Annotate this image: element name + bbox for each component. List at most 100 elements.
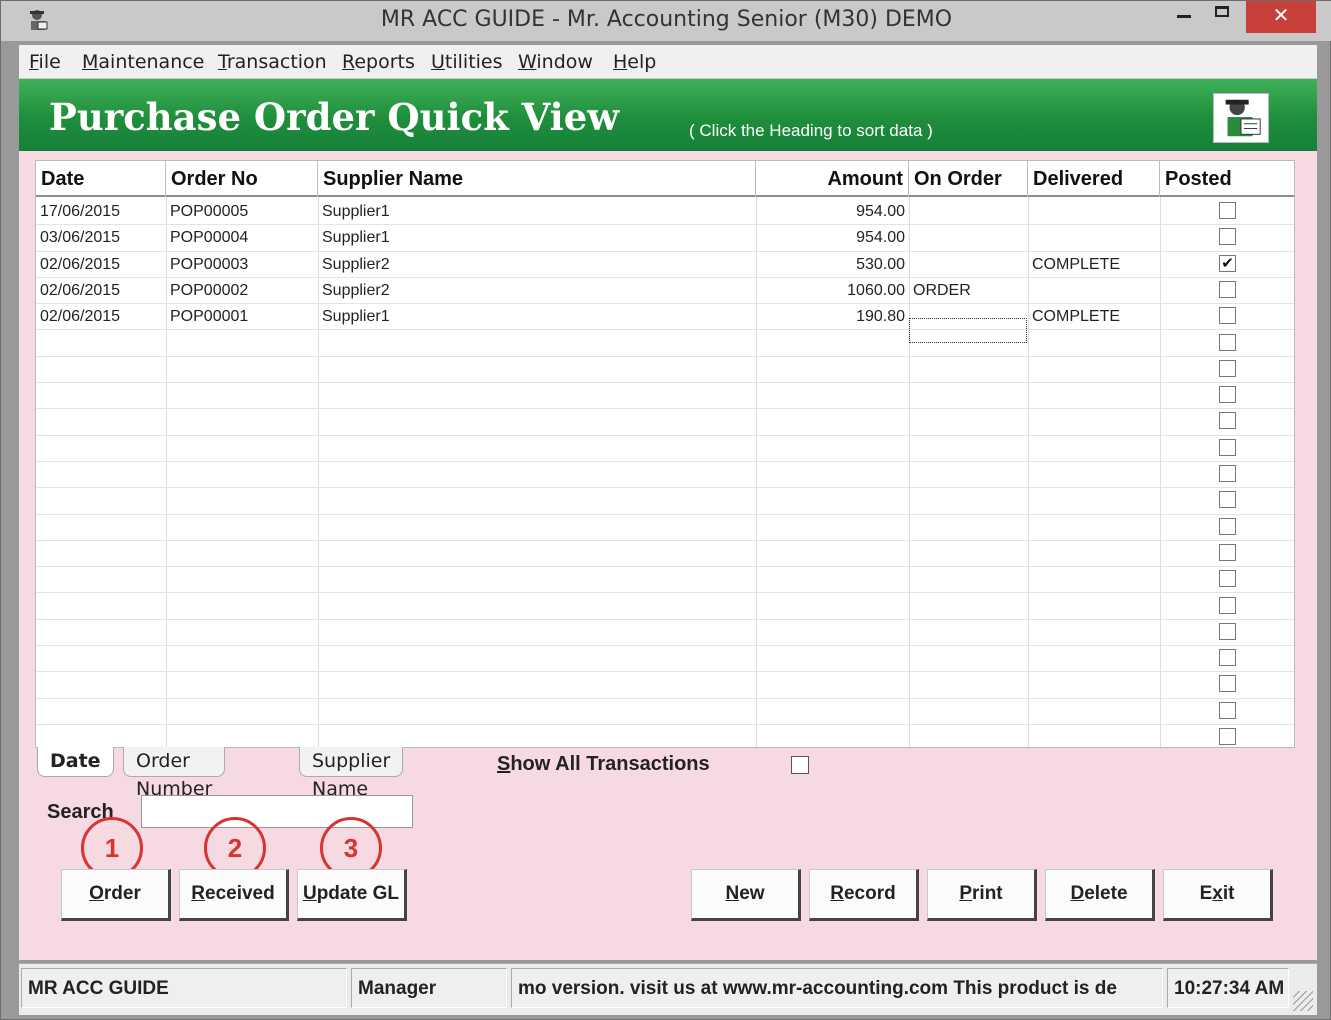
record-button[interactable]: Record bbox=[809, 869, 919, 921]
tab-sort-order-number[interactable]: Order Number bbox=[123, 747, 226, 800]
focused-cell[interactable] bbox=[909, 318, 1027, 343]
print-button[interactable]: Print bbox=[927, 869, 1037, 921]
cell-amount: 1060.00 bbox=[847, 281, 905, 299]
table-row[interactable] bbox=[36, 646, 1294, 673]
received-button[interactable]: Received bbox=[179, 869, 289, 921]
delete-button[interactable]: Delete bbox=[1045, 869, 1155, 921]
col-header-order-no[interactable]: Order No bbox=[166, 161, 318, 197]
table-row[interactable] bbox=[36, 725, 1294, 747]
menu-item-reports[interactable]: Reports bbox=[342, 51, 415, 73]
posted-checkbox[interactable] bbox=[1219, 570, 1236, 588]
table-row[interactable] bbox=[36, 594, 1294, 620]
menu-label: indow bbox=[536, 51, 593, 73]
cell-supplier: Supplier1 bbox=[322, 203, 390, 220]
show-all-hotkey: S bbox=[497, 753, 511, 775]
status-time: 10:27:34 AM bbox=[1167, 968, 1289, 1008]
menu-item-transaction[interactable]: Transaction bbox=[218, 51, 327, 73]
col-header-delivered[interactable]: Delivered bbox=[1028, 161, 1160, 197]
grid-body: 17/06/2015 POP00005 Supplier1 954.00 03/06/2… bbox=[36, 199, 1294, 747]
cell-supplier: Supplier2 bbox=[322, 255, 390, 273]
menu-item-maintenance[interactable]: Maintenance bbox=[82, 51, 204, 73]
cell-supplier: Supplier1 bbox=[322, 308, 390, 326]
menu-hotkey: H bbox=[613, 51, 628, 73]
posted-checkbox[interactable] bbox=[1219, 438, 1236, 456]
cell-delivered bbox=[1028, 225, 1160, 251]
cell-delivered: COMPLETE bbox=[1032, 308, 1121, 326]
menu-item-window[interactable]: Window bbox=[518, 51, 593, 73]
table-row[interactable] bbox=[36, 515, 1294, 541]
tab-sort-date[interactable]: Date bbox=[37, 747, 114, 777]
posted-checkbox[interactable] bbox=[1219, 465, 1236, 482]
minimize-button[interactable] bbox=[1167, 1, 1203, 31]
main-content: Purchase Order Quick View ( Click the He… bbox=[19, 79, 1317, 960]
cell-order-no: POP00002 bbox=[170, 281, 249, 299]
update-gl-hotkey: U bbox=[302, 883, 317, 904]
title-bar[interactable]: MR ACC GUIDE - Mr. Accounting Senior (M3… bbox=[1, 1, 1331, 41]
table-row[interactable] bbox=[36, 462, 1294, 489]
col-header-on-order[interactable]: On Order bbox=[909, 161, 1028, 197]
posted-checkbox[interactable] bbox=[1219, 307, 1236, 325]
table-row[interactable] bbox=[36, 620, 1294, 647]
menu-item-utilities[interactable]: Utilities bbox=[431, 51, 503, 73]
tab-sort-supplier-name[interactable]: Supplier Name bbox=[299, 747, 404, 800]
table-row[interactable] bbox=[36, 541, 1294, 568]
table-row[interactable] bbox=[36, 488, 1294, 515]
cell-amount: 954.00 bbox=[856, 203, 905, 220]
col-header-amount[interactable]: Amount bbox=[756, 161, 909, 197]
exit-button[interactable]: Exit bbox=[1163, 869, 1273, 921]
cell-order-no: POP00001 bbox=[170, 308, 249, 326]
table-row[interactable] bbox=[36, 699, 1294, 725]
update-gl-button[interactable]: Update GL bbox=[297, 869, 407, 921]
table-row[interactable] bbox=[36, 567, 1294, 594]
table-row[interactable]: 02/06/2015 POP00002 Supplier2 1060.00 ORDER bbox=[36, 278, 1294, 305]
posted-checkbox[interactable] bbox=[1219, 701, 1236, 719]
table-row[interactable] bbox=[36, 436, 1294, 462]
table-row[interactable] bbox=[36, 383, 1294, 410]
posted-checkbox[interactable]: ✔ bbox=[1219, 254, 1236, 272]
posted-checkbox[interactable] bbox=[1219, 517, 1236, 535]
posted-checkbox[interactable] bbox=[1219, 491, 1236, 509]
table-row[interactable]: 03/06/2015 POP00004 Supplier1 954.00 bbox=[36, 225, 1294, 252]
posted-checkbox[interactable] bbox=[1219, 728, 1236, 745]
posted-checkbox[interactable] bbox=[1219, 622, 1236, 640]
posted-checkbox[interactable] bbox=[1219, 386, 1236, 404]
maximize-button[interactable] bbox=[1205, 1, 1241, 31]
posted-checkbox[interactable] bbox=[1219, 359, 1236, 377]
resize-grip-icon[interactable] bbox=[1293, 991, 1313, 1011]
posted-checkbox[interactable] bbox=[1219, 228, 1236, 246]
table-row[interactable] bbox=[36, 357, 1294, 384]
menu-bar: File Maintenance Transaction Reports Utiliti… bbox=[19, 45, 1317, 79]
posted-checkbox[interactable] bbox=[1219, 543, 1236, 561]
show-all-transactions-label[interactable]: Show All Transactions bbox=[497, 753, 710, 776]
cell-on-order bbox=[909, 252, 1028, 278]
posted-checkbox[interactable] bbox=[1219, 412, 1236, 430]
table-row[interactable]: 02/06/2015 POP00003 Supplier2 530.00 COMPLET… bbox=[36, 252, 1294, 278]
posted-checkbox[interactable] bbox=[1219, 202, 1236, 219]
posted-checkbox[interactable] bbox=[1219, 280, 1236, 298]
col-header-posted[interactable]: Posted bbox=[1160, 161, 1294, 197]
cell-order-no: POP00003 bbox=[170, 255, 249, 273]
posted-checkbox[interactable] bbox=[1219, 333, 1236, 351]
close-button[interactable]: ✕ bbox=[1246, 1, 1316, 33]
purchase-order-grid[interactable]: Date Order No Supplier Name Amount On Or… bbox=[35, 160, 1295, 748]
col-header-supplier-name[interactable]: Supplier Name bbox=[318, 161, 756, 197]
table-row[interactable]: 02/06/2015 POP00001 Supplier1 190.80 COMPLET… bbox=[36, 304, 1294, 331]
menu-item-file[interactable]: File bbox=[29, 51, 61, 73]
order-button[interactable]: Order bbox=[61, 869, 171, 921]
new-button[interactable]: New bbox=[691, 869, 801, 921]
table-row[interactable] bbox=[36, 409, 1294, 436]
table-row[interactable] bbox=[36, 331, 1294, 357]
posted-checkbox[interactable] bbox=[1219, 649, 1236, 667]
posted-checkbox[interactable] bbox=[1219, 675, 1236, 693]
print-label: rint bbox=[972, 883, 1003, 904]
posted-checkbox[interactable] bbox=[1219, 596, 1236, 614]
menu-item-help[interactable]: Help bbox=[613, 51, 656, 73]
show-all-transactions-checkbox[interactable] bbox=[791, 756, 809, 774]
col-header-date[interactable]: Date bbox=[36, 161, 166, 197]
table-row[interactable]: 17/06/2015 POP00005 Supplier1 954.00 bbox=[36, 199, 1294, 226]
search-input[interactable] bbox=[141, 795, 413, 828]
table-row[interactable] bbox=[36, 672, 1294, 699]
record-hotkey: R bbox=[830, 883, 844, 904]
status-company: MR ACC GUIDE bbox=[21, 968, 347, 1008]
exit-hotkey: x bbox=[1212, 883, 1223, 904]
